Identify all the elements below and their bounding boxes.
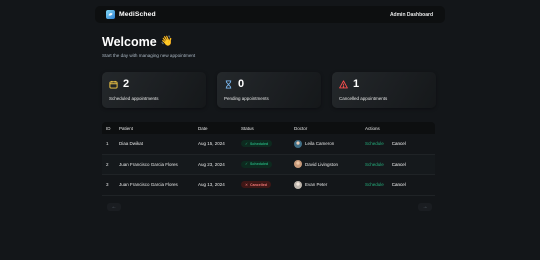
- row-doctor: Leila Cameron: [305, 141, 335, 147]
- arrow-right-icon: →: [422, 204, 428, 210]
- cancel-button[interactable]: Cancel: [392, 162, 406, 167]
- row-date: Aug 15, 2024: [198, 141, 225, 147]
- avatar: [294, 160, 302, 169]
- status-text: Scheduled: [250, 162, 269, 167]
- row-date: Aug 13, 2024: [198, 182, 225, 188]
- calendar-icon: [109, 80, 118, 89]
- admin-dashboard-label: Admin Dashboard: [389, 11, 433, 18]
- stat-card-cancelled: 1 Cancelled appointments: [332, 72, 436, 108]
- brand[interactable]: MediSched: [106, 10, 156, 19]
- table-row: 2 Juan Francisco Garcia Flores Aug 23, 2…: [102, 154, 435, 175]
- welcome-subtitle: Start the day with managing new appointm…: [102, 53, 196, 58]
- schedule-button[interactable]: Schedule: [365, 162, 384, 167]
- hourglass-icon: [224, 79, 233, 89]
- row-id: 1: [106, 141, 109, 147]
- row-patient: Diaa Dwikat: [119, 141, 144, 147]
- row-id: 2: [106, 161, 109, 167]
- row-doctor: Evan Peter: [305, 182, 328, 188]
- row-date: Aug 23, 2024: [198, 161, 225, 167]
- brand-name: MediSched: [119, 11, 156, 18]
- table-row: 1 Diaa Dwikat Aug 15, 2024 ✓ Scheduled L…: [102, 134, 435, 155]
- row-patient: Juan Francisco Garcia Flores: [119, 182, 178, 188]
- table-row: 3 Juan Francisco Garcia Flores Aug 13, 2…: [102, 175, 435, 196]
- avatar: [294, 180, 302, 189]
- dashboard-page: MediSched Admin Dashboard Welcome 👋 Star…: [0, 0, 540, 260]
- status-badge: ✕ Cancelled: [241, 181, 271, 189]
- next-page-button[interactable]: →: [418, 203, 432, 211]
- stat-label: Pending appointments: [224, 96, 269, 101]
- stat-label: Cancelled appointments: [339, 96, 388, 101]
- warning-icon: [339, 79, 348, 89]
- welcome-title: Welcome: [102, 35, 157, 49]
- arrow-left-icon: ←: [111, 204, 117, 210]
- stat-card-scheduled: 2 Scheduled appointments: [102, 72, 206, 108]
- waving-hand-icon: 👋: [160, 36, 174, 47]
- cancel-button[interactable]: Cancel: [392, 141, 406, 146]
- cancel-button[interactable]: Cancel: [392, 182, 406, 187]
- row-id: 3: [106, 182, 109, 188]
- stat-count: 0: [238, 77, 245, 90]
- check-icon: ✓: [245, 162, 249, 167]
- table-header: ID Patient Date Status Doctor Actions: [102, 122, 435, 134]
- logo-icon: [106, 10, 115, 19]
- row-doctor: David Livingston: [305, 161, 339, 167]
- welcome-heading: Welcome 👋: [102, 35, 173, 49]
- top-header: MediSched Admin Dashboard: [95, 6, 445, 23]
- schedule-button[interactable]: Schedule: [365, 141, 384, 146]
- column-header-patient: Patient: [119, 125, 134, 131]
- avatar: [294, 139, 302, 148]
- status-badge: ✓ Scheduled: [241, 140, 273, 148]
- stat-label: Scheduled appointments: [109, 96, 159, 101]
- column-header-status: Status: [241, 125, 254, 131]
- stat-count: 1: [353, 77, 360, 90]
- status-text: Cancelled: [250, 182, 267, 187]
- check-icon: ✓: [245, 141, 249, 146]
- appointments-table: ID Patient Date Status Doctor Actions 1 …: [102, 122, 435, 196]
- status-badge: ✓ Scheduled: [241, 160, 273, 168]
- column-header-actions: Actions: [365, 125, 380, 131]
- stat-count: 2: [123, 77, 130, 90]
- x-icon: ✕: [245, 182, 249, 187]
- column-header-doctor: Doctor: [294, 125, 308, 131]
- previous-page-button[interactable]: ←: [107, 203, 121, 211]
- status-text: Scheduled: [250, 141, 269, 146]
- stat-card-pending: 0 Pending appointments: [217, 72, 321, 108]
- schedule-button[interactable]: Schedule: [365, 182, 384, 187]
- column-header-id: ID: [106, 125, 111, 131]
- column-header-date: Date: [198, 125, 208, 131]
- row-patient: Juan Francisco Garcia Flores: [119, 161, 178, 167]
